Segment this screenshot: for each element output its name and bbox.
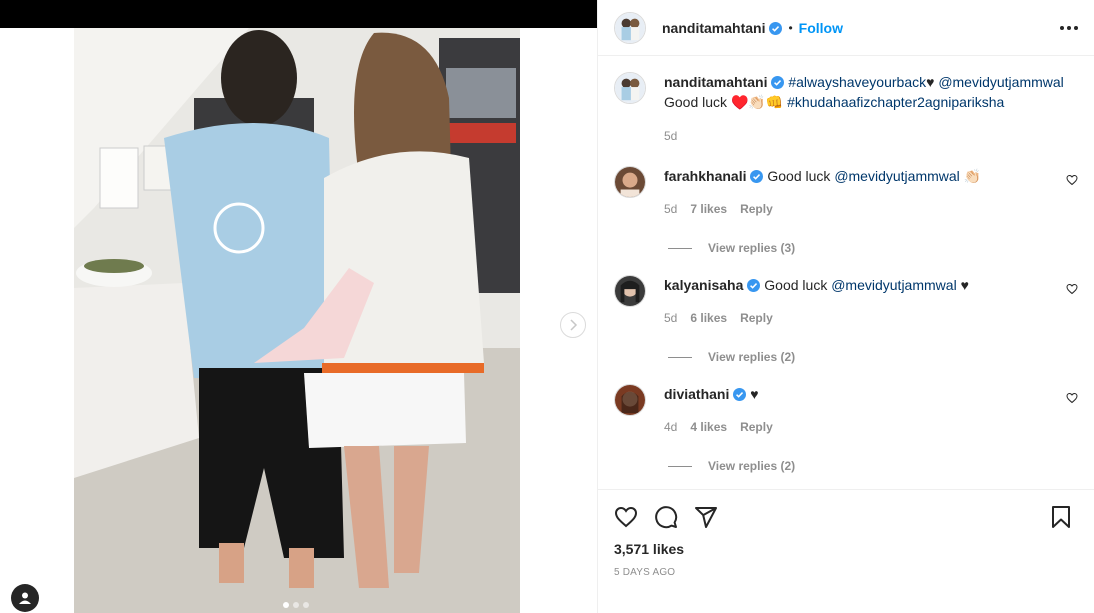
follow-button[interactable]: Follow [799,20,843,36]
carousel-dot [293,602,299,608]
comment-emoji: 👏🏻 [963,168,982,184]
commenter-avatar-image [615,167,645,197]
post-date: 5 DAYS AGO [614,567,676,578]
view-replies-label[interactable]: View replies (2) [708,459,795,473]
author-username-text[interactable]: nanditamahtani [662,20,765,36]
caption-hashtag[interactable]: #khudahaafizchapter2agnipariksha [787,94,1004,110]
comment-text: Good luck [764,277,828,293]
comment-username[interactable]: farahkhanali [664,168,746,184]
carousel-dot [303,602,309,608]
media-pane [0,0,597,613]
user-tag-button[interactable] [11,584,39,612]
share-icon[interactable] [694,505,718,529]
verified-badge-icon [733,388,747,401]
heart-icon[interactable] [1066,283,1078,295]
caption-body: nanditamahtani #alwayshaveyourback♥ @mev… [664,72,1064,146]
verified-badge-icon [769,21,783,35]
comment-meta: 5d 7 likes Reply [664,199,1054,219]
comment-body: farahkhanali Good luck @mevidyutjammwal … [664,166,1054,219]
carousel-dot [283,602,289,608]
heart-icon[interactable] [1066,392,1078,404]
comment-reply-button[interactable]: Reply [740,199,773,219]
next-photo-button[interactable] [560,312,586,338]
comments-list: nanditamahtani #alwayshaveyourback♥ @mev… [598,56,1094,489]
heart-icon[interactable] [614,505,638,529]
comment-body: diviathani ♥ 4d 4 likes Reply [664,384,1054,437]
comment-emoji: ♥ [960,277,969,293]
author-avatar[interactable] [614,11,646,44]
comment-icon[interactable] [654,505,678,529]
user-tag-icon [19,592,31,604]
comment-time: 4d [664,420,678,434]
author-username[interactable]: nanditamahtani [662,20,783,36]
commenter-avatar-image [615,385,645,415]
comment-mention[interactable]: @mevidyutjammwal [831,277,956,293]
post-actions: 3,571 likes 5 DAYS AGO [598,489,1094,578]
replies-line [668,247,692,249]
action-icons [598,490,1094,544]
comment-item: kalyanisaha Good luck @mevidyutjammwal ♥… [614,275,1078,328]
view-replies-button[interactable]: View replies (2) [668,350,1078,364]
view-replies-label[interactable]: View replies (3) [708,241,795,255]
commenter-avatar-image [615,276,645,306]
likes-count[interactable]: 3,571 likes [598,541,1094,557]
caption-emojis: ♥️👏🏻👊 [730,94,784,110]
post-photo-illustration [74,28,520,613]
bookmark-icon[interactable] [1049,505,1073,529]
carousel-dots [283,602,309,608]
view-replies-button[interactable]: View replies (2) [668,459,1078,473]
caption-heart: ♥ [926,74,935,90]
comment-time: 5d [664,202,678,216]
comment-time: 5d [664,311,678,325]
comment-item: diviathani ♥ 4d 4 likes Reply [614,384,1078,437]
commenter-avatar[interactable] [614,384,646,416]
more-options-icon[interactable] [1060,25,1078,30]
heart-icon[interactable] [1066,174,1078,186]
caption-hashtag[interactable]: #alwayshaveyourback [788,74,926,90]
verified-badge-icon [747,279,761,292]
comment-body: kalyanisaha Good luck @mevidyutjammwal ♥… [664,275,1054,328]
post-sidebar: nanditamahtani • Follow nanditamahtani #… [597,0,1094,613]
caption-time: 5d [664,129,678,143]
post-photo[interactable] [74,28,520,613]
view-replies-button[interactable]: View replies (3) [668,241,1078,255]
comment-meta: 5d 6 likes Reply [664,308,1054,328]
header-separator: • [788,20,793,35]
post-header: nanditamahtani • Follow [598,0,1094,56]
comment-likes[interactable]: 4 likes [690,417,727,437]
caption-username[interactable]: nanditamahtani [664,74,767,90]
comment-meta: 4d 4 likes Reply [664,417,1054,437]
comment-reply-button[interactable]: Reply [740,308,773,328]
replies-line [668,356,692,358]
commenter-avatar[interactable] [614,275,646,307]
chevron-right-icon [570,319,578,331]
replies-line [668,465,692,467]
verified-badge-icon [750,170,764,183]
view-replies-label[interactable]: View replies (2) [708,350,795,364]
comment-reply-button[interactable]: Reply [740,417,773,437]
commenter-avatar[interactable] [614,166,646,198]
comment-likes[interactable]: 7 likes [690,199,727,219]
comment-emoji: ♥ [750,386,759,402]
comment-username[interactable]: kalyanisaha [664,277,743,293]
author-avatar-image [615,12,645,43]
caption-text: Good luck [664,94,728,110]
caption-mention[interactable]: @mevidyutjammwal [938,74,1063,90]
comment-item: farahkhanali Good luck @mevidyutjammwal … [614,166,1078,219]
comment-mention[interactable]: @mevidyutjammwal [834,168,959,184]
author-avatar-image [615,73,645,103]
comment-text: Good luck [767,168,831,184]
comment-username[interactable]: diviathani [664,386,729,402]
comment-likes[interactable]: 6 likes [690,308,727,328]
author-avatar[interactable] [614,72,646,104]
post-caption: nanditamahtani #alwayshaveyourback♥ @mev… [614,72,1078,146]
media-top-bar [0,0,597,28]
verified-badge-icon [771,76,785,89]
